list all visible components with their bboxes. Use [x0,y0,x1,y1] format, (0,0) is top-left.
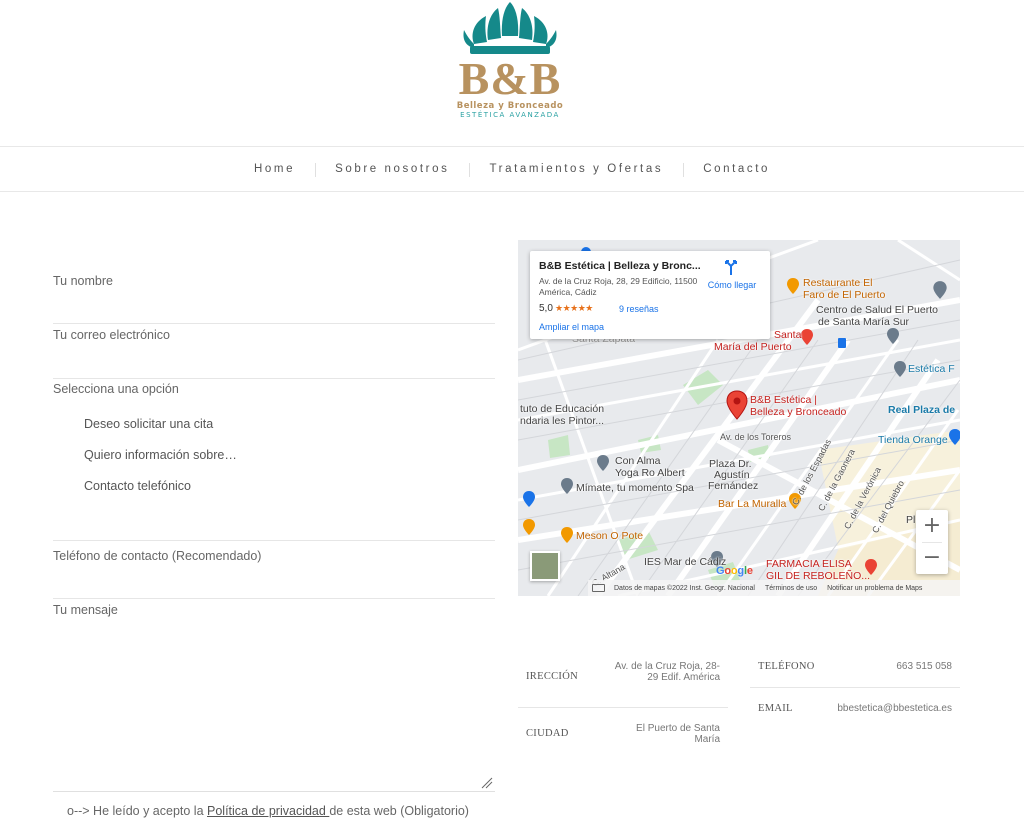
map-label-restaurante-2: Faro de El Puerto [803,289,886,301]
option-cita[interactable]: Deseo solicitar una cita [84,417,213,431]
resize-grip-icon[interactable] [481,777,493,789]
place-rating: 5,0 [539,303,553,314]
direccion-label: IRECCIÓN [526,671,578,682]
direccion-value: Av. de la Cruz Roja, 28-29 Edif. América [614,661,720,683]
hospital-marker-icon[interactable] [800,328,814,346]
email-field-underline [53,378,495,379]
map-label-instituto: tuto de Educación [520,403,605,415]
nav-item-home[interactable]: Home [234,163,315,175]
map-label-real-plaza: Real Plaza de [888,404,956,416]
option-label: Selecciona una opción [53,382,179,396]
site-logo[interactable]: B&B Belleza y Bronceado ESTÉTICA AVANZAD… [440,0,580,124]
directions-icon[interactable] [722,259,740,277]
privacy-consent[interactable]: o--> He leído y acepto la Política de pr… [67,804,469,818]
map-label-bb-estetica: B&B Estética | [750,394,817,406]
map-attribution: Datos de mapas ©2022 Inst. Geogr. Nacion… [588,580,960,596]
zoom-in-button[interactable]: + [916,510,948,542]
location-pin-icon[interactable] [726,390,748,420]
name-field-underline [53,323,495,324]
shop-marker-icon[interactable] [522,490,536,508]
privacy-suffix: de esta web (Obligatorio) [329,804,469,818]
shell-logo-icon [463,2,557,54]
ciudad-label: CIUDAD [526,728,569,739]
poi-marker-icon[interactable] [560,477,574,495]
poi-marker-icon[interactable] [886,327,900,345]
phone-field[interactable]: Teléfono de contacto (Recomendado) [53,549,261,563]
terms-link[interactable]: Términos de uso [765,585,817,592]
map-label-centro-salud: Centro de Salud El Puerto [816,304,938,316]
map-label-instituto-2: ndaria les Pintor... [520,415,605,427]
enlarge-map-link[interactable]: Ampliar el mapa [539,322,604,332]
map-label-bb-belleza: Belleza y Bronceado [750,406,847,418]
map-label-av-toreros: Av. de los Toreros [720,432,792,442]
map-data-credit: Datos de mapas ©2022 Inst. Geogr. Nacion… [614,584,755,592]
map-label-restaurante: Restaurante El [803,277,873,289]
restaurant-marker-icon[interactable] [522,518,536,536]
logo-subtitle: Belleza y Bronceado [456,101,564,111]
map-label-con-alma: Con Alma [615,455,661,467]
logo-wordmark: B&B [458,53,562,104]
place-info-card: B&B Estética | Belleza y Bronc... Av. de… [530,251,770,339]
report-problem-link[interactable]: Notificar un problema de Maps [827,585,922,592]
reviews-link[interactable]: 9 reseñas [619,304,659,314]
name-field[interactable]: Tu nombre [53,274,113,288]
map-label-estetica: Estética F [908,363,955,375]
map-label-bar-muralla: Bar La Muralla [718,498,787,510]
zoom-controls: + − [916,510,948,574]
telefono-label: TELÉFONO [758,661,815,672]
google-logo: Google [716,565,753,577]
privacy-prefix: o--> He leído y acepto la [67,804,208,818]
option-informacion[interactable]: Quiero información sobre… [84,448,237,462]
directions-link[interactable]: Cómo llegar [706,280,758,290]
keyboard-shortcuts-icon[interactable] [592,584,605,592]
telefono-value[interactable]: 663 515 058 [830,661,952,672]
poi-marker-icon[interactable] [893,360,907,378]
main-nav: Home Sobre nosotros Tratamientos y Ofert… [0,146,1024,192]
google-map[interactable]: Restaurante El Faro de El Puerto Centro … [518,240,960,596]
map-label-farmacia: FARMACIA ELISA [766,558,852,570]
restaurant-marker-icon[interactable] [560,526,574,544]
info-divider [750,687,960,688]
privacy-policy-link[interactable]: Política de privacidad [207,804,329,818]
nav-item-tratamientos[interactable]: Tratamientos y Ofertas [469,163,683,177]
message-textarea[interactable] [53,600,495,792]
satellite-toggle[interactable] [530,551,560,581]
email-value[interactable]: bbestetica@bbestetica.es [810,703,952,714]
shop-marker-icon[interactable] [948,428,960,446]
zoom-out-button[interactable]: − [916,542,948,574]
restaurant-marker-icon[interactable] [786,277,800,295]
email-label: EMAIL [758,703,793,714]
email-field[interactable]: Tu correo electrónico [53,328,170,342]
options-divider [53,540,495,541]
map-label-mimate: Mímate, tu momento Spa [576,482,694,494]
map-label-santa-maria: María del Puerto [714,341,792,353]
info-divider [518,707,728,708]
poi-marker-icon[interactable] [596,454,610,472]
map-label-ies: IES Mar de Cádiz [644,556,727,568]
nav-item-sobre-nosotros[interactable]: Sobre nosotros [315,163,469,177]
poi-marker-icon[interactable] [932,280,948,300]
map-label-centro-salud-2: de Santa María Sur [818,316,910,328]
ciudad-value: El Puerto de Santa María [636,723,720,745]
nav-item-contacto[interactable]: Contacto [683,163,790,177]
map-label-meson: Meson O Pote [576,530,644,542]
option-telefonico[interactable]: Contacto telefónico [84,479,191,493]
map-label-pl: Pl [906,514,916,526]
map-label-santa: Santa [774,329,802,341]
map-label-fernandez: Fernández [708,480,759,492]
rating-stars-icon: ★★★★★ [555,303,593,313]
phone-field-underline [53,598,495,599]
place-title[interactable]: B&B Estética | Belleza y Bronc... [539,260,704,272]
place-address: Av. de la Cruz Roja, 28, 29 Edificio, 11… [539,276,698,297]
map-label-tienda: Tienda Orange [878,434,948,446]
map-label-yoga: Yoga Ro Albert [615,467,685,479]
logo-tagline: ESTÉTICA AVANZADA [460,111,560,119]
